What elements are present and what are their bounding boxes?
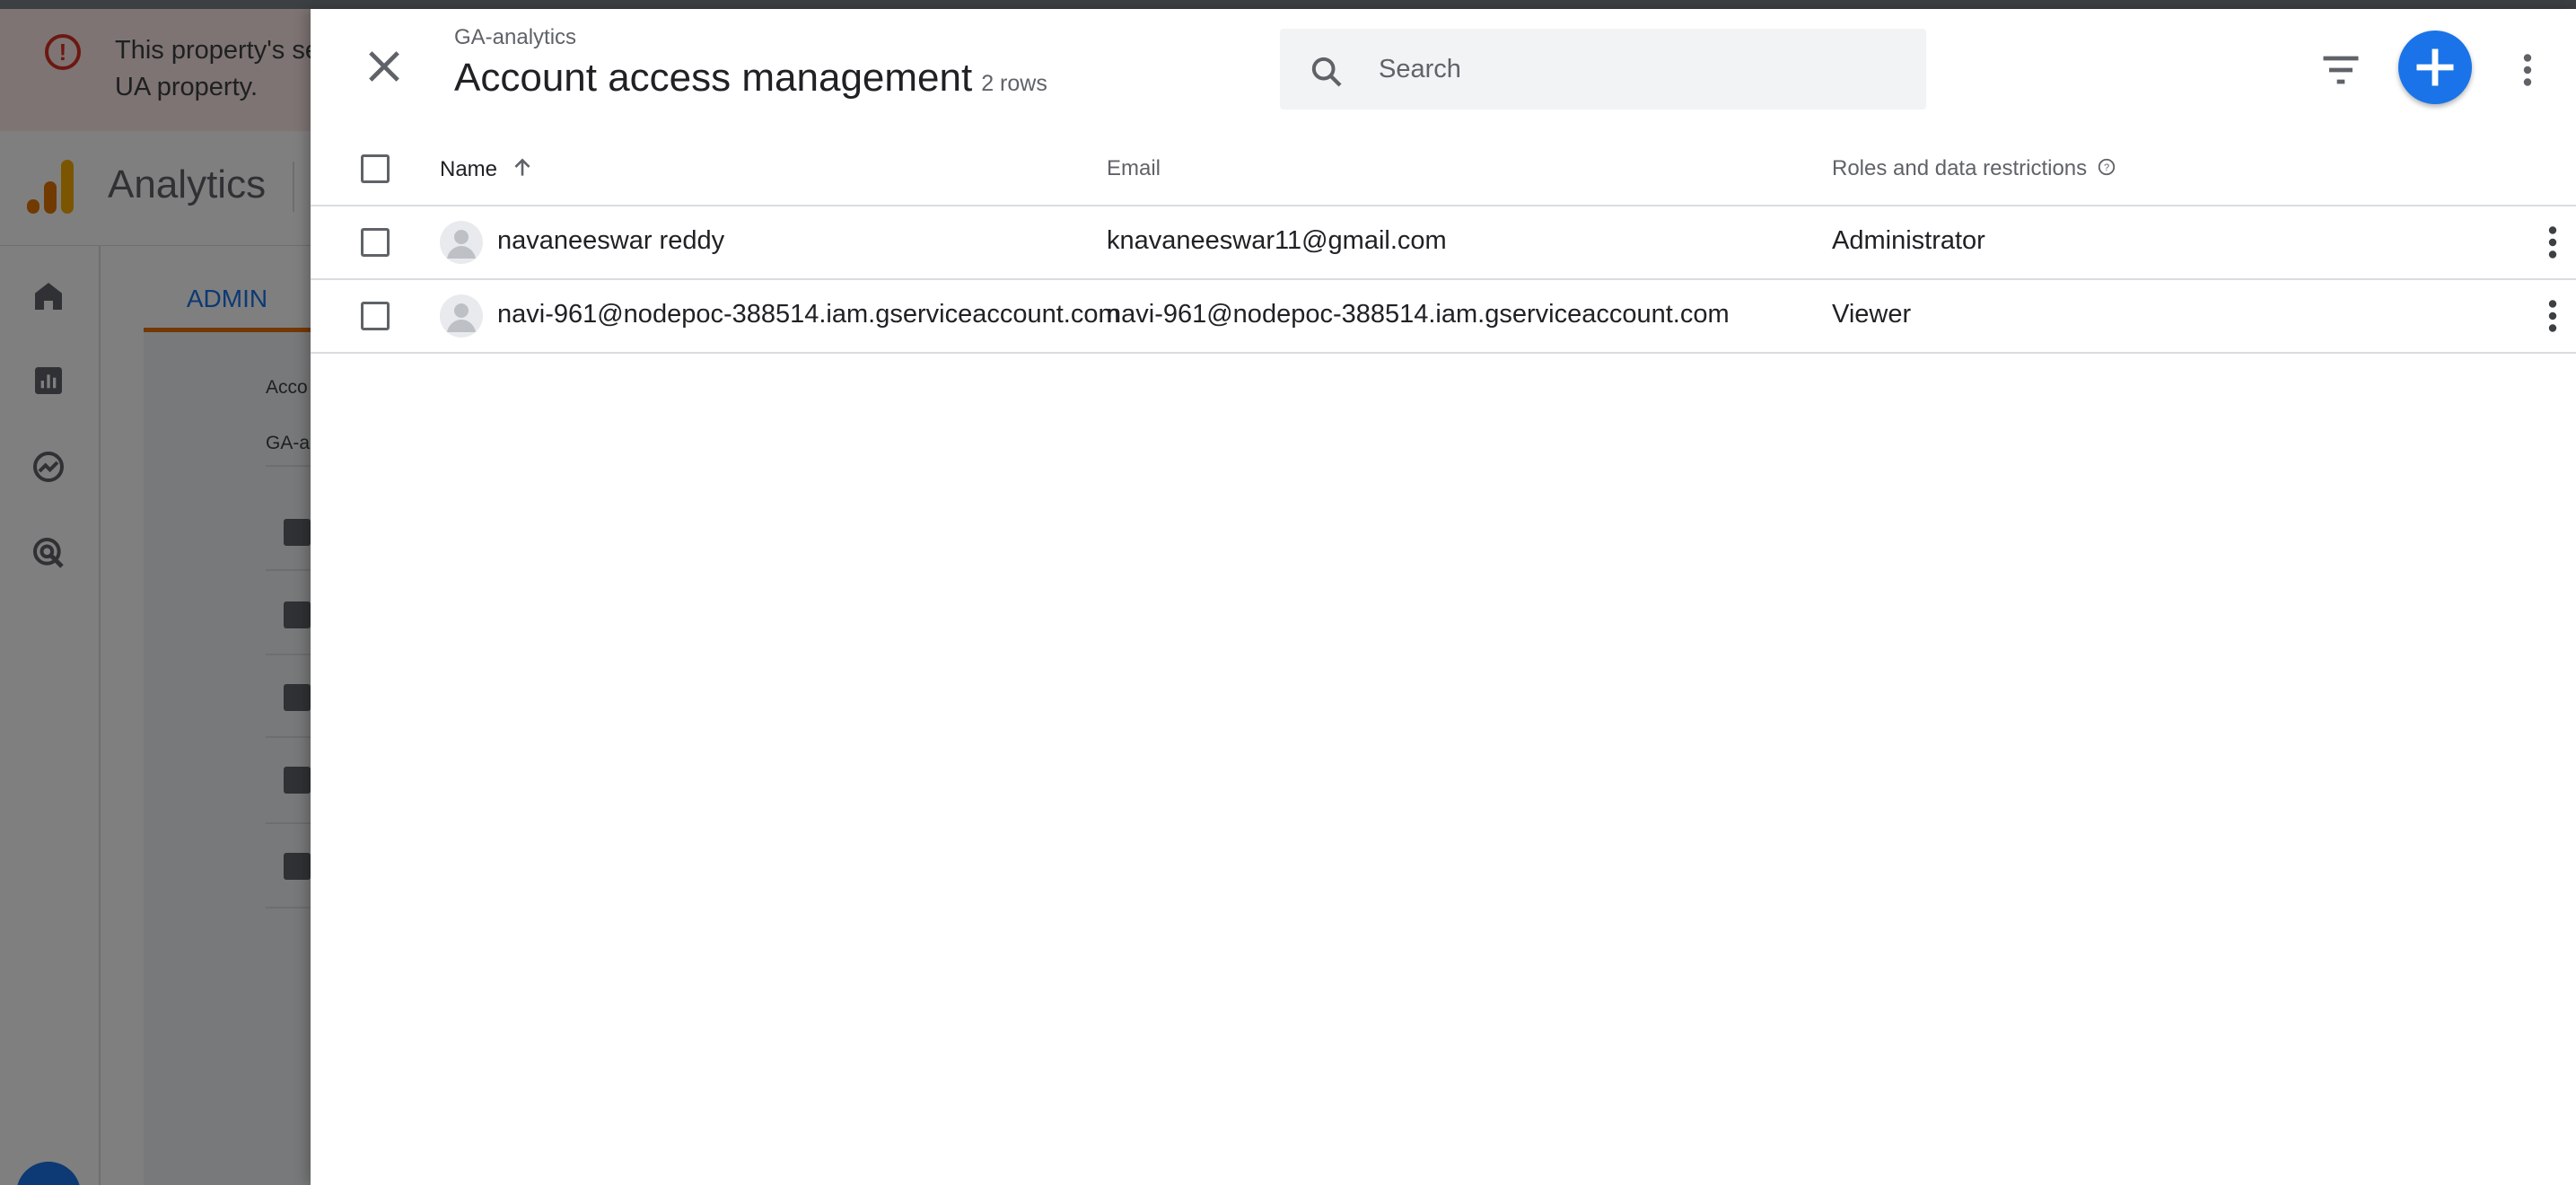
user-email: navi-961@nodepoc-388514.iam.gserviceacco…	[1107, 300, 1730, 329]
help-icon[interactable]: ?	[2097, 157, 2116, 177]
search-input[interactable]	[1379, 48, 1899, 90]
arrow-up-icon	[514, 158, 530, 176]
user-name: navaneeswar reddy	[497, 226, 725, 255]
row-checkbox[interactable]	[361, 228, 390, 257]
column-header-roles[interactable]: Roles and data restrictions ?	[1832, 156, 2116, 181]
more-vert-icon[interactable]	[2511, 48, 2544, 92]
user-name: navi-961@nodepoc-388514.iam.gserviceacco…	[497, 300, 1120, 329]
user-role: Viewer	[1832, 300, 1912, 329]
add-user-button[interactable]	[2398, 31, 2472, 104]
table-row[interactable]: navaneeswar reddy knavaneeswar11@gmail.c…	[311, 206, 2576, 280]
svg-text:?: ?	[2104, 162, 2109, 173]
account-name: GA-analytics	[454, 25, 577, 49]
column-header-email[interactable]: Email	[1107, 156, 1161, 181]
access-management-dialog: GA-analytics Account access management 2 …	[311, 9, 2576, 1185]
search-icon	[1311, 57, 1342, 87]
person-icon	[440, 221, 483, 264]
add-icon	[2416, 48, 2454, 86]
column-name-label: Name	[440, 157, 498, 181]
column-roles-label: Roles and data restrictions	[1832, 156, 2088, 180]
person-icon	[440, 294, 483, 338]
row-checkbox[interactable]	[361, 302, 390, 330]
user-email: knavaneeswar11@gmail.com	[1107, 226, 1447, 255]
top-stripe	[0, 0, 2576, 9]
select-all-checkbox[interactable]	[361, 154, 390, 183]
dialog-title: Account access management	[454, 56, 973, 100]
table-header: Name Email Roles and data restrictions ?	[311, 135, 2576, 206]
more-vert-icon[interactable]	[2537, 221, 2569, 264]
dialog-title-wrap: Account access management 2 rows	[454, 56, 1047, 101]
column-header-name[interactable]: Name	[440, 156, 534, 182]
table-row[interactable]: navi-961@nodepoc-388514.iam.gserviceacco…	[311, 280, 2576, 354]
search-box[interactable]	[1280, 29, 1926, 110]
close-icon[interactable]	[361, 43, 407, 90]
filter-icon[interactable]	[2318, 47, 2364, 93]
row-count: 2 rows	[981, 71, 1047, 96]
user-role: Administrator	[1832, 226, 1985, 255]
more-vert-icon[interactable]	[2537, 294, 2569, 338]
